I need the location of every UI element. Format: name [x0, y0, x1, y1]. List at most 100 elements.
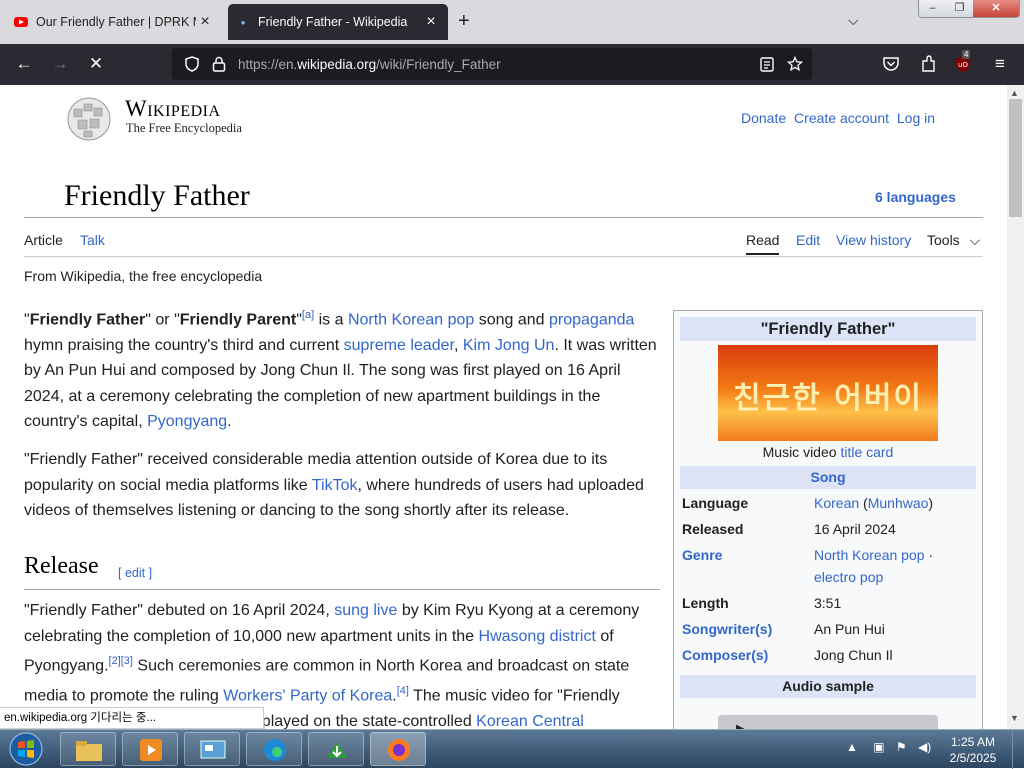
firefox-icon	[388, 739, 410, 761]
taskbar-control-panel[interactable]	[184, 732, 240, 766]
system-tray: ▲ ▣ ⚑ ◀)	[846, 740, 931, 754]
languages-button[interactable]: 6 languages	[875, 189, 956, 205]
site-sub: From Wikipedia, the free encyclopedia	[24, 268, 263, 284]
shield-icon[interactable]	[184, 56, 200, 72]
youtube-icon	[14, 17, 28, 27]
infobox-title: "Friendly Father"	[680, 317, 976, 341]
close-tab-icon[interactable]: ×	[196, 13, 214, 31]
action-center-flag-icon[interactable]: ⚑	[896, 740, 907, 754]
tab-view-history[interactable]: View history	[836, 232, 911, 248]
window-controls: – ❐ ✕	[918, 0, 1020, 18]
donate-link[interactable]: Donate	[741, 110, 786, 126]
wikipedia-wordmark[interactable]: Wikipedia	[125, 96, 221, 122]
scroll-up-icon[interactable]: ▲	[1010, 88, 1019, 98]
close-tab-icon[interactable]: ×	[422, 13, 440, 31]
title-card-image[interactable]: 친근한 어버이	[718, 345, 938, 441]
taskbar-file-explorer[interactable]	[60, 732, 116, 766]
munhwao-link[interactable]: Munhwao	[868, 495, 929, 511]
play-icon[interactable]: ▶	[736, 721, 746, 729]
forward-arrow-icon[interactable]: →	[48, 52, 72, 76]
windows-start-icon[interactable]	[5, 731, 47, 767]
windows-taskbar: ▲ ▣ ⚑ ◀) 1:25 AM 2/5/2025	[0, 729, 1024, 769]
status-text: en.wikipedia.org 기다리는 중...	[0, 707, 264, 729]
divider	[24, 589, 660, 590]
create-account-link[interactable]: Create account	[794, 110, 889, 126]
svg-text:uO: uO	[958, 61, 968, 69]
edge-icon	[264, 739, 286, 761]
bookmark-star-icon[interactable]	[787, 56, 803, 72]
image-caption: Music video title card	[762, 444, 894, 460]
show-desktop-button[interactable]	[1012, 730, 1024, 769]
lead-paragraph-2: "Friendly Father" received considerable …	[24, 451, 644, 519]
lock-icon[interactable]	[212, 56, 226, 72]
download-manager-icon	[327, 742, 347, 758]
wikipedia-globe-icon[interactable]	[64, 95, 114, 141]
url-text: https://en.wikipedia.org/wiki/Friendly_F…	[238, 57, 501, 72]
taskbar-firefox[interactable]	[370, 732, 426, 766]
taskbar-clock[interactable]: 1:25 AM 2/5/2025	[938, 734, 1008, 766]
title-card-link[interactable]: title card	[840, 444, 893, 460]
tab-title: Friendly Father - Wikipedia	[258, 15, 408, 29]
divider	[24, 256, 983, 257]
tab-friendly-father-wikipedia[interactable]: ● Friendly Father - Wikipedia ×	[228, 4, 448, 40]
close-window-button[interactable]: ✕	[973, 0, 1019, 17]
taskbar-download-manager[interactable]	[308, 732, 364, 766]
folder-icon	[76, 741, 102, 761]
show-hidden-icons-icon[interactable]: ▲	[846, 740, 858, 754]
tab-article[interactable]: Article	[24, 232, 63, 248]
scrollbar-thumb[interactable]	[1009, 99, 1022, 217]
infobox-audio-header: Audio sample	[680, 675, 976, 698]
log-in-link[interactable]: Log in	[897, 110, 935, 126]
clock-time: 1:25 AM	[950, 735, 996, 749]
loading-dot-icon: ●	[240, 17, 246, 27]
volume-icon[interactable]: ◀)	[918, 740, 931, 754]
pocket-icon[interactable]	[882, 56, 900, 72]
songwriters-link[interactable]: Songwriter(s)	[682, 618, 772, 640]
page-content: Wikipedia The Free Encyclopedia Donate C…	[0, 85, 1007, 729]
infobox-song-header[interactable]: Song	[680, 466, 976, 489]
browser-tab-strip: Our Friendly Father | DPRK Mus × ● Frien…	[0, 0, 1024, 44]
extension-badge-count: 4	[962, 50, 971, 59]
lead-paragraph-1: "Friendly Father" or "Friendly Parent"[a…	[24, 309, 657, 431]
north-korean-pop-link[interactable]: North Korean pop	[814, 547, 925, 563]
electro-pop-link[interactable]: electro pop	[814, 569, 883, 585]
divider	[24, 217, 983, 218]
taskbar-edge[interactable]	[246, 732, 302, 766]
tab-read[interactable]: Read	[746, 232, 780, 255]
minimize-button[interactable]: –	[919, 0, 946, 17]
chevron-down-icon[interactable]: ⌵	[848, 12, 859, 29]
media-player-icon	[140, 739, 162, 761]
vertical-scrollbar[interactable]: ▲ ▼	[1007, 85, 1024, 729]
user-links: Donate Create account Log in	[741, 110, 939, 126]
tools-dropdown[interactable]: Tools ⌵	[927, 232, 980, 249]
taskbar-media-player[interactable]	[122, 732, 178, 766]
network-icon[interactable]: ▣	[873, 740, 884, 754]
control-panel-icon	[200, 740, 226, 759]
genre-link[interactable]: Genre	[682, 544, 722, 566]
back-arrow-icon[interactable]: ←	[12, 52, 36, 76]
composers-link[interactable]: Composer(s)	[682, 644, 768, 666]
plus-icon[interactable]: +	[458, 10, 470, 33]
infobox: "Friendly Father" 친근한 어버이 Music video ti…	[673, 310, 983, 729]
audio-player[interactable]: ▶	[718, 715, 938, 729]
languages-label: 6 languages	[875, 189, 956, 205]
reader-view-icon[interactable]	[760, 57, 774, 72]
tab-our-friendly-father[interactable]: Our Friendly Father | DPRK Mus ×	[6, 4, 222, 40]
stop-loading-icon[interactable]: ✕	[84, 52, 108, 76]
page-title: Friendly Father	[64, 179, 250, 212]
hamburger-menu-icon[interactable]: ≡	[988, 52, 1012, 76]
tools-label: Tools	[927, 232, 960, 248]
title-card-text: 친근한 어버이	[732, 381, 924, 416]
navigation-toolbar: ← → ✕ https://en.wikipedia.org/wiki/Frie…	[0, 44, 1024, 85]
tab-edit[interactable]: Edit	[796, 232, 820, 248]
maximize-button[interactable]: ❐	[946, 0, 973, 17]
korean-link[interactable]: Korean	[814, 495, 859, 511]
scroll-down-icon[interactable]: ▼	[1010, 713, 1019, 723]
tab-talk[interactable]: Talk	[80, 232, 105, 248]
wikipedia-tagline: The Free Encyclopedia	[126, 121, 242, 135]
chevron-down-icon: ⌵	[969, 232, 981, 248]
edit-section-link[interactable]: [ edit ]	[118, 566, 152, 580]
address-bar[interactable]: https://en.wikipedia.org/wiki/Friendly_F…	[172, 48, 812, 80]
clock-date: 2/5/2025	[949, 751, 997, 765]
extensions-icon[interactable]	[920, 55, 937, 73]
